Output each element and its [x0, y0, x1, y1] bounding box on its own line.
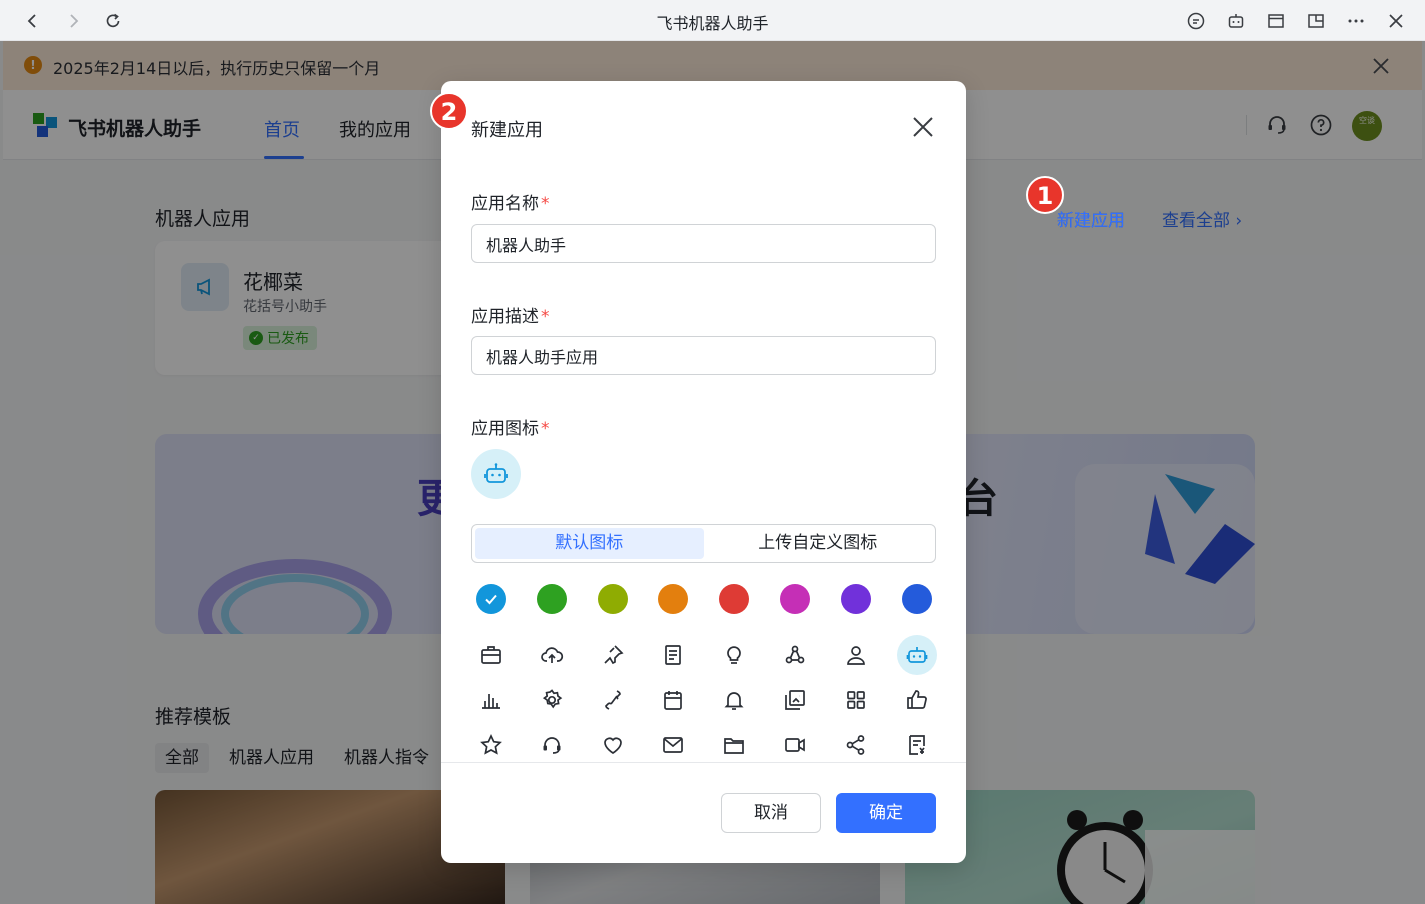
footer-divider [441, 762, 966, 763]
grid-icon[interactable] [836, 680, 876, 720]
window-title: 飞书机器人助手 [656, 14, 769, 33]
gear-icon[interactable] [532, 680, 572, 720]
window-close-icon[interactable] [1383, 8, 1409, 34]
confirm-button[interactable]: 确定 [836, 793, 936, 833]
lightbulb-icon[interactable] [714, 635, 754, 675]
new-app-dialog: 新建应用 应用名称* 应用描述* 应用图标* 默认图标 上传自定义图标 取消 确… [441, 81, 966, 863]
cancel-button[interactable]: 取消 [721, 793, 821, 833]
briefcase-icon[interactable] [471, 635, 511, 675]
robot-icon[interactable] [1223, 8, 1249, 34]
more-icon[interactable] [1343, 8, 1369, 34]
thumbs-up-icon[interactable] [897, 680, 937, 720]
bell-icon[interactable] [714, 680, 754, 720]
bar-chart-icon[interactable] [471, 680, 511, 720]
headset-icon[interactable] [532, 725, 572, 762]
folder-icon[interactable] [714, 725, 754, 762]
video-icon[interactable] [775, 725, 815, 762]
window-icon[interactable] [1263, 8, 1289, 34]
heart-icon[interactable] [593, 725, 633, 762]
star-icon[interactable] [471, 725, 511, 762]
images-icon[interactable] [775, 680, 815, 720]
robot-icon[interactable] [896, 635, 937, 675]
mail-icon[interactable] [653, 725, 693, 762]
calendar-icon[interactable] [653, 680, 693, 720]
window-titlebar: 飞书机器人助手 [0, 0, 1425, 41]
split-view-icon[interactable] [1303, 8, 1329, 34]
pin-icon[interactable] [593, 635, 633, 675]
icon-grid [441, 81, 966, 762]
chat-icon[interactable] [1183, 8, 1209, 34]
step-marker-2: 2 [430, 92, 468, 130]
person-icon[interactable] [836, 635, 876, 675]
share-icon[interactable] [836, 725, 876, 762]
document-icon[interactable] [653, 635, 693, 675]
cloud-upload-icon[interactable] [532, 635, 572, 675]
invoice-icon[interactable] [897, 725, 937, 762]
triangle-nodes-icon[interactable] [775, 635, 815, 675]
phone-icon[interactable] [593, 680, 633, 720]
new-app-link-highlight[interactable]: 新建应用 [1057, 206, 1125, 231]
